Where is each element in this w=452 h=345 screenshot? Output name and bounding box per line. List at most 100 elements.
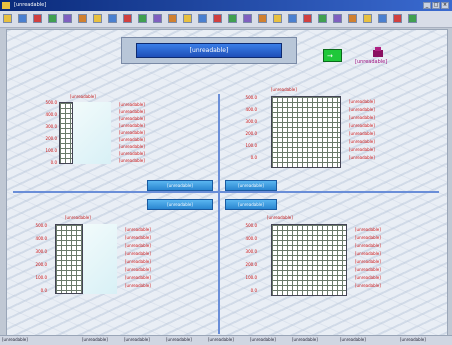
reading-label: [unreadable] [349,139,375,144]
center-button-bottom-left[interactable]: [unreadable] [147,199,213,210]
reading-label: [unreadable] [349,131,375,136]
open-icon[interactable] [3,14,12,23]
y-tick: 100.0 [245,275,257,280]
reading-label: [unreadable] [349,99,375,104]
status-text: [unreadable] [400,337,426,342]
status-text: [unreadable] [2,337,28,342]
app-icon [2,2,10,9]
window-icon[interactable] [228,14,237,23]
table-icon[interactable] [288,14,297,23]
reading-label: [unreadable] [125,283,151,288]
panel-title: [unreadable] [271,87,297,92]
level-gauge-grid [55,224,83,294]
warning-icon[interactable] [333,14,342,23]
arrow-icon[interactable] [138,14,147,23]
reading-label: [unreadable] [125,267,151,272]
y-tick: 400.0 [245,107,257,112]
reading-label: [unreadable] [349,147,375,152]
y-tick: 300.0 [35,249,47,254]
trend-chart-grid [271,224,347,296]
status-text: [unreadable] [166,337,192,342]
window-titlebar: [unreadable] _ □ × [0,0,452,11]
y-tick: 500.0 [35,223,47,228]
arrow-icon[interactable] [153,14,162,23]
window-icon[interactable] [258,14,267,23]
trend-plot-area [83,224,117,294]
reading-label: [unreadable] [349,115,375,120]
copy-icon[interactable] [48,14,57,23]
panel-title: [unreadable] [65,215,91,220]
status-text: [unreadable] [292,337,318,342]
zoom-icon[interactable] [198,14,207,23]
chart-icon[interactable] [213,14,222,23]
y-tick: 0.0 [250,155,257,160]
exit-button[interactable]: → [323,49,342,62]
reading-label: [unreadable] [119,137,145,142]
close-button[interactable]: × [441,2,449,9]
cut-icon[interactable] [63,14,72,23]
monitoring-workspace: [unreadable] → [unreadable] [unreadable]… [6,29,448,337]
reading-label: [unreadable] [355,235,381,240]
info-icon[interactable] [378,14,387,23]
panel-bottom-left: [unreadable] 500.0 400.0 300.0 200.0 100… [33,215,213,307]
folder-icon[interactable] [303,14,312,23]
reading-label: [unreadable] [125,243,151,248]
gear-icon[interactable] [363,14,372,23]
y-tick: 200.0 [35,262,47,267]
y-tick: 300.0 [245,249,257,254]
logo-icon [373,47,383,57]
maximize-button[interactable]: □ [432,2,440,9]
reading-label: [unreadable] [125,227,151,232]
arrow-icon[interactable] [393,14,402,23]
status-text: [unreadable] [82,337,108,342]
window-title: [unreadable] [14,2,47,8]
vertical-divider [218,94,220,334]
print-icon[interactable] [33,14,42,23]
undo-icon[interactable] [93,14,102,23]
reading-label: [unreadable] [349,155,375,160]
reading-label: [unreadable] [355,259,381,264]
reading-label: [unreadable] [119,123,145,128]
reading-label: [unreadable] [355,227,381,232]
redo-icon[interactable] [108,14,117,23]
reading-label: [unreadable] [119,116,145,121]
grid-icon[interactable] [273,14,282,23]
reading-label: [unreadable] [355,251,381,256]
zoom-icon[interactable] [183,14,192,23]
level-gauge-grid [59,102,73,164]
reading-label: [unreadable] [119,151,145,156]
minimize-button[interactable]: _ [423,2,431,9]
y-tick: 0.0 [40,288,47,293]
page-title: [unreadable] [136,43,282,58]
arrow-icon[interactable] [168,14,177,23]
trend-plot-area [73,102,111,164]
panel-top-left: [unreadable] 500.0 400.0 300.0 200.0 100… [43,94,213,184]
center-button-top-right[interactable]: [unreadable] [225,180,277,191]
reading-label: [unreadable] [119,144,145,149]
reading-label: [unreadable] [125,251,151,256]
reading-label: [unreadable] [355,275,381,280]
company-label: [unreadable] [355,59,388,65]
save-icon[interactable] [18,14,27,23]
arrow-icon[interactable] [123,14,132,23]
window-icon[interactable] [243,14,252,23]
help-icon[interactable] [348,14,357,23]
y-tick: 200.0 [245,262,257,267]
reading-label: [unreadable] [355,283,381,288]
paste-icon[interactable] [78,14,87,23]
y-tick: 300.0 [45,124,57,129]
y-tick: 400.0 [245,236,257,241]
reading-label: [unreadable] [125,259,151,264]
y-tick: 0.0 [50,160,57,165]
close-icon[interactable] [408,14,417,23]
disk-icon[interactable] [318,14,327,23]
y-tick: 500.0 [245,95,257,100]
y-tick: 300.0 [245,119,257,124]
center-button-bottom-right[interactable]: [unreadable] [225,199,277,210]
reading-label: [unreadable] [125,235,151,240]
status-text: [unreadable] [124,337,150,342]
y-tick: 0.0 [250,288,257,293]
reading-label: [unreadable] [119,130,145,135]
status-text: [unreadable] [340,337,366,342]
y-tick: 400.0 [35,236,47,241]
